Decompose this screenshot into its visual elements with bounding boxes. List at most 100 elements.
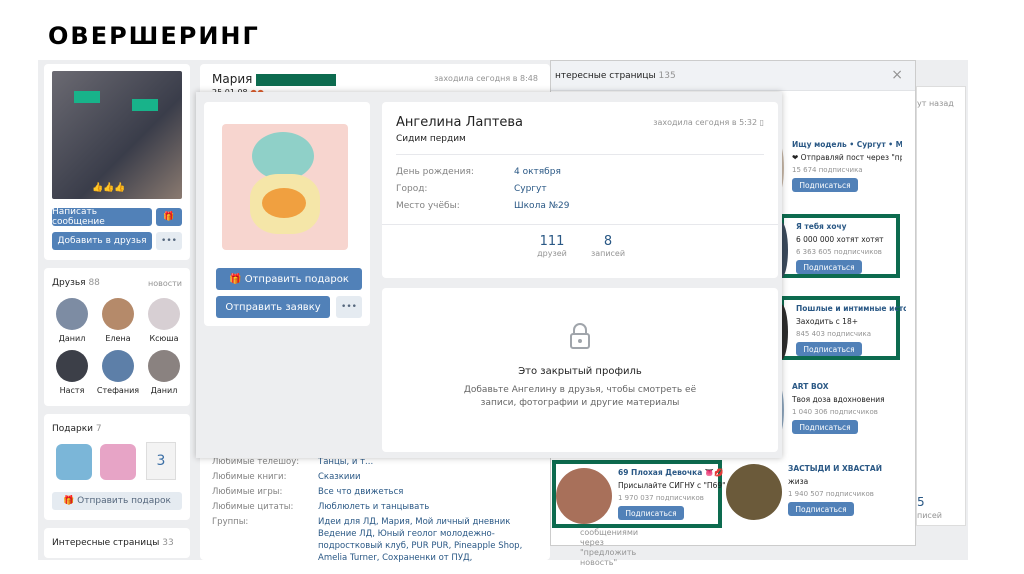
subscribe-button[interactable]: Подписаться [788,502,854,516]
gift-icon-button[interactable]: 🎁 [156,208,182,226]
group-card: Пошлые и интимные исто... Заходить с 18+ 8… [774,296,906,360]
group-desc: ❤ Отправляй пост через "пр... [792,153,902,162]
interests-list: Любимые телешоу: Танцы, и т... Любимые кни… [212,456,542,567]
send-gift-button-2[interactable]: 🎁 Отправить подарок [216,268,362,290]
group-card: ЗАСТЫДИ И ХВАСТАЙ жиза 1 940 507 подписчик… [726,460,896,528]
friend-name: Елена [105,334,131,343]
bottom-label: писей [917,511,942,520]
group-name[interactable]: ART BOX [792,382,902,391]
group-name[interactable]: Ищу модель • Сургут • Мас... [792,140,902,149]
profile1-avatar[interactable]: 👍👍👍 [52,71,182,199]
profile2-fields: День рождения: 4 октября Город: Сургут Место… [396,164,764,215]
interest-row: Группы: Идеи для ЛД, Мария, Мой личный дн… [212,516,542,564]
interest-value[interactable]: Люблюлеть и танцывать [318,501,542,513]
more-button-2[interactable]: ••• [336,296,362,318]
friend-item[interactable]: Настя [50,350,94,395]
group-desc: Твоя доза вдохновения [792,395,885,404]
friend-name: Стефания [96,386,140,395]
friend-item[interactable]: Елена [96,298,140,343]
friend-item[interactable]: Стефания [96,350,140,395]
info-row: Место учёбы: Школа №29 [396,198,764,215]
send-request-button[interactable]: Отправить заявку [216,296,330,318]
gift-item[interactable] [100,444,136,480]
group-desc: Присылайте СИГНУ с "П69"... [618,481,728,490]
interest-value[interactable]: Идеи для ЛД, Мария, Мой личный дневник В… [318,516,542,564]
profile1-name: Мария [212,72,337,86]
friends-counter[interactable]: 111 друзей [532,234,572,258]
subscribe-button[interactable]: Подписаться [618,506,684,520]
interest-label: Любимые цитаты: [212,502,294,512]
close-icon[interactable]: × [891,67,903,83]
friend-avatar [56,298,88,330]
profile1-photo-card: 👍👍👍 Написать сообщение 🎁 Добавить в друз… [44,64,190,260]
friend-avatar [102,350,134,382]
profile1-online: заходила сегодня в 8:48 [434,74,538,83]
add-friend-button[interactable]: Добавить в друзья [52,232,152,250]
write-message-button[interactable]: Написать сообщение [52,207,152,227]
interest-value[interactable]: Сказкиии [318,471,542,483]
pages-header[interactable]: Интересные страницы 33 [52,538,174,548]
posts-counter[interactable]: 8 записей [588,234,628,258]
profile2-name: Ангелина Лаптева [396,115,524,130]
subscribe-button[interactable]: Подписаться [792,178,858,192]
gift-icon: 🎁 [63,496,78,506]
subscribe-button[interactable]: Подписаться [796,342,862,356]
friends-header[interactable]: Друзья 88 [52,278,100,288]
info-value[interactable]: Сургут [514,181,547,198]
profile2-avatar[interactable] [222,124,348,250]
slide-title: ОВЕРШЕРИНГ [48,22,260,50]
group-name[interactable]: 69 Плохая Девочка 👅💋 [618,468,728,477]
time-ago: ут назад [917,99,954,108]
group-card: ART BOX Твоя доза вдохновения 1 040 306 по… [770,378,902,442]
subscribe-button[interactable]: Подписаться [796,260,862,274]
pages-panel-back: ут назад 5 писей [916,86,966,526]
group-desc: Заходить с 18+ [796,317,858,326]
friend-item[interactable]: Данил [50,298,94,343]
friend-avatar [56,350,88,382]
group-avatar[interactable] [556,468,612,524]
friend-name: Ксюша [149,334,179,343]
interest-label: Группы: [212,517,249,527]
gifts-block: Подарки 7 3 🎁 Отправить подарок [44,414,190,520]
friend-avatar [102,298,134,330]
more-button[interactable]: ••• [156,232,182,250]
group-subs: 1 970 037 подписчиков [618,494,704,502]
profile1-interests: Любимые телешоу: Танцы, и т... Любимые кни… [200,452,550,563]
closed-title: Это закрытый профиль [518,366,642,377]
friend-item[interactable]: Данил [142,350,186,395]
subscribe-button[interactable]: Подписаться [792,420,858,434]
profile2-status: Сидим пердим [396,134,466,144]
interest-value[interactable]: Все что движеться [318,486,542,498]
group-name[interactable]: Пошлые и интимные исто... [796,304,906,313]
send-gift-button[interactable]: 🎁 Отправить подарок [52,492,182,510]
gift-icon: 🎁 [229,273,245,285]
profile2-info-card: Ангелина Лаптева Сидим пердим заходила с… [382,102,778,278]
group-subs: 1 040 306 подписчиков [792,408,878,416]
gift-item[interactable] [56,444,92,480]
interest-row: Любимые книги: Сказкиии [212,471,542,483]
group-card: Я тебя хочу 6 000 000 хотят хотят 6 363 60… [774,214,900,278]
info-row: Город: Сургут [396,181,764,198]
friend-avatar [148,350,180,382]
group-desc: жиза [788,477,809,486]
group-name[interactable]: Я тебя хочу [796,222,906,231]
friend-item[interactable]: Ксюша [142,298,186,343]
closed-text: Добавьте Ангелину в друзья, чтобы смотре… [463,385,697,408]
profile2-overlay: 🎁 Отправить подарок Отправить заявку •••… [196,92,782,458]
group-desc: 6 000 000 хотят хотят [796,235,884,244]
news-link[interactable]: новости [148,279,182,288]
info-label: Город: [396,184,428,194]
interest-row: Любимые цитаты: Люблюлеть и танцывать [212,501,542,513]
group-card: 69 Плохая Девочка 👅💋 Присылайте СИГНУ с "… [552,460,728,528]
group-avatar[interactable] [726,464,782,520]
info-value[interactable]: 4 октября [514,164,561,181]
gift-item[interactable]: 3 [146,442,176,480]
info-value[interactable]: Школа №29 [514,198,570,215]
group-subs: 6 363 605 подписчиков [796,248,882,256]
gifts-header[interactable]: Подарки 7 [52,424,102,434]
group-name[interactable]: ЗАСТЫДИ И ХВАСТАЙ [788,464,898,473]
photo-caption: 👍👍👍 [92,183,126,193]
friend-avatar [148,298,180,330]
info-label: Место учёбы: [396,201,460,211]
group-subs: 15 674 подписчика [792,166,863,174]
